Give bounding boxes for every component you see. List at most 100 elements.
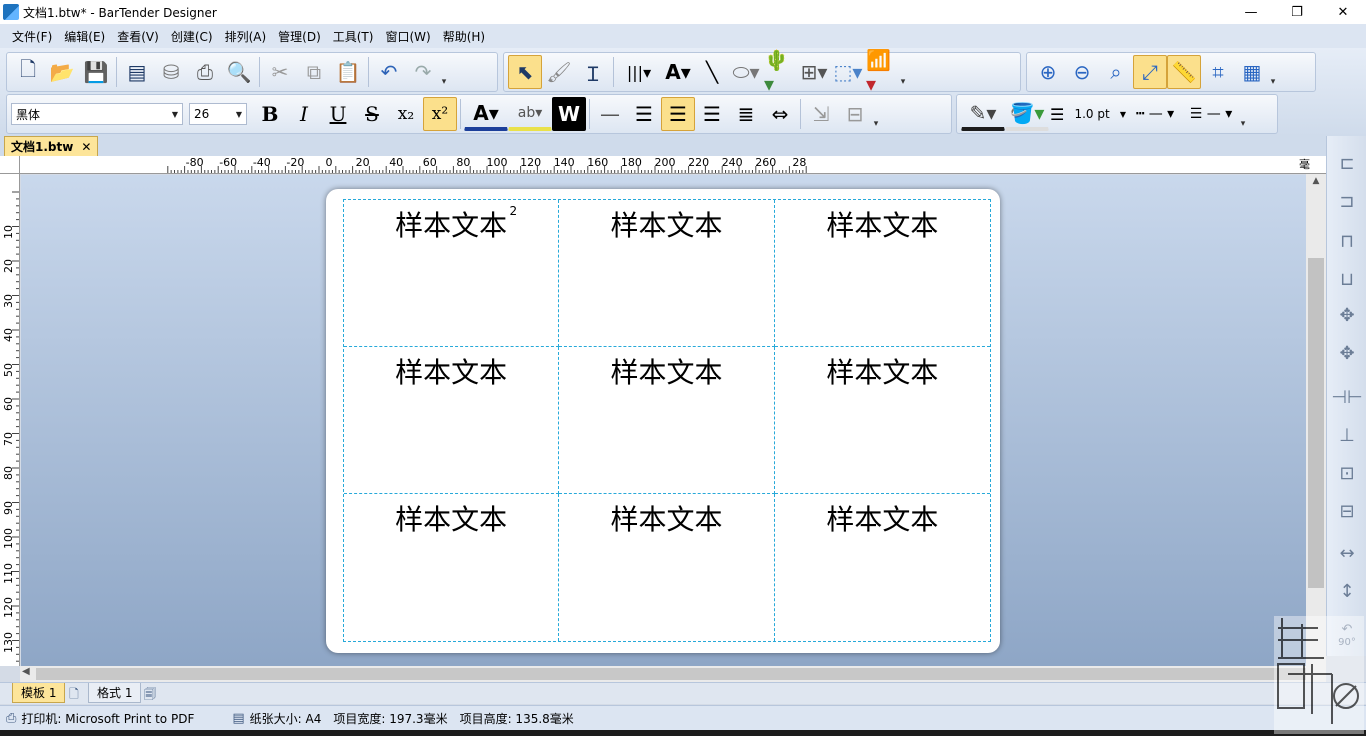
text-object[interactable]: 样本文本 (826, 204, 938, 244)
scroll-up-icon[interactable]: ▲ (1306, 176, 1326, 190)
redo-icon[interactable]: ↷ (406, 55, 440, 89)
minimize-button[interactable]: — (1228, 0, 1274, 24)
grid-toggle-icon[interactable]: ▦ (1235, 55, 1269, 89)
horizontal-scrollbar[interactable]: ◀ (20, 666, 1326, 682)
new-template-icon[interactable]: 🗋 (66, 685, 82, 701)
border-style-icon[interactable]: ☰ — ▾ (1183, 97, 1239, 131)
menu-help[interactable]: 帮助(H) (437, 28, 491, 45)
table-icon[interactable]: ⊞▾ (797, 55, 831, 89)
label-cell[interactable]: 样本文本 (774, 200, 990, 347)
new-format-icon[interactable]: 🗐 (142, 685, 158, 701)
menu-arrange[interactable]: 排列(A) (219, 28, 273, 45)
strikethrough-icon[interactable]: S (355, 97, 389, 131)
word-wrap-icon[interactable]: W (552, 97, 586, 131)
text-object[interactable]: 样本文本 2 (395, 204, 517, 244)
menu-tools[interactable]: 工具(T) (327, 28, 380, 45)
align-center-icon[interactable]: ☰ (661, 97, 695, 131)
picture-icon[interactable]: 🌵▾ (763, 48, 797, 96)
zoom-out-icon[interactable]: ⊖ (1065, 55, 1099, 89)
font-color-icon[interactable]: A▾ (464, 97, 508, 131)
undo-icon[interactable]: ↶ (372, 55, 406, 89)
zoom-in-icon[interactable]: ⊕ (1031, 55, 1065, 89)
menu-view[interactable]: 查看(V) (111, 28, 165, 45)
toolbar-overflow-icon[interactable]: ▾ (899, 57, 907, 87)
distribute-vertically-icon[interactable]: ⊟ (1331, 496, 1363, 526)
maximize-button[interactable]: ❐ (1274, 0, 1320, 24)
align-top-edges-icon[interactable]: ⊓ (1331, 226, 1363, 256)
label-cell[interactable]: 样本文本 (344, 494, 560, 641)
text-object[interactable]: 样本文本 (610, 498, 722, 538)
vertical-scroll-thumb[interactable] (1308, 258, 1324, 588)
database-icon[interactable]: ⛁ (154, 55, 188, 89)
format-tab[interactable]: 格式 1 (88, 683, 142, 703)
label-cell[interactable]: 样本文本 (774, 347, 990, 494)
grid-object-icon[interactable]: ⬚▾ (831, 55, 865, 89)
close-tab-icon[interactable]: ✕ (81, 140, 91, 154)
template-tab[interactable]: 模板 1 (12, 683, 66, 703)
rfid-icon[interactable]: 📶▾ (865, 48, 899, 96)
line-icon[interactable]: ╲ (695, 55, 729, 89)
align-right-edges-icon[interactable]: ⊐ (1331, 186, 1363, 216)
text-object[interactable]: 样本文本 (610, 351, 722, 391)
align-left-edges-icon[interactable]: ⊏ (1331, 148, 1363, 178)
text-object[interactable]: 样本文本 (826, 351, 938, 391)
text-direction-icon[interactable]: ⇲ (804, 97, 838, 131)
align-left-icon[interactable]: ☰ (627, 97, 661, 131)
text-object[interactable]: 样本文本 (395, 498, 507, 538)
label-page[interactable]: 样本文本 2 样本文本 样本文本 样本文本 样本文本 样本文本 样本文本 样本文本 样本文本 (326, 189, 1000, 653)
label-cell[interactable]: 样本文本 2 (344, 200, 560, 347)
print-icon[interactable]: ⎙ (188, 55, 222, 89)
document-tab[interactable]: 文档1.btw ✕ (4, 136, 99, 156)
vertical-scrollbar[interactable]: ▲ (1306, 174, 1326, 666)
horizontal-scroll-thumb[interactable] (36, 668, 1306, 680)
text-cursor-icon[interactable]: Ｉ (576, 55, 610, 89)
bold-icon[interactable]: B (253, 97, 287, 131)
zoom-fit-icon[interactable]: ⤢ (1133, 55, 1167, 89)
center-vertically-icon[interactable]: ⊥ (1331, 420, 1363, 450)
toolbar-overflow-icon[interactable]: ▾ (1269, 57, 1277, 87)
snap-lines-icon[interactable]: ⌗ (1201, 55, 1235, 89)
label-cell[interactable]: 样本文本 (775, 494, 990, 641)
text-object[interactable]: 样本文本 (395, 351, 507, 391)
label-cell[interactable]: 样本文本 (344, 347, 560, 494)
zoom-custom-icon[interactable]: ⌕ (1099, 55, 1133, 89)
save-icon[interactable]: 💾 (79, 55, 113, 89)
toolbar-overflow-icon[interactable]: ▾ (1239, 99, 1247, 129)
print-preview-icon[interactable]: 🔍 (222, 55, 256, 89)
line-width-select[interactable]: ☰ 1.0 pt ▼ (1049, 97, 1127, 131)
font-name-select[interactable]: 黑体 ▼ (11, 103, 183, 125)
menu-edit[interactable]: 编辑(E) (58, 28, 111, 45)
label-cell[interactable]: 样本文本 (559, 200, 775, 347)
label-cell[interactable]: 样本文本 (559, 494, 775, 641)
menu-create[interactable]: 创建(C) (165, 28, 219, 45)
format-painter-icon[interactable]: 🖌 (542, 55, 576, 89)
toolbar-overflow-icon[interactable]: ▾ (440, 57, 448, 87)
copy-icon[interactable]: ⧉ (297, 55, 331, 89)
align-vertical-centers-icon[interactable]: ✥ (1331, 338, 1363, 368)
menu-manage[interactable]: 管理(D) (272, 28, 327, 45)
space-vertically-icon[interactable]: ↕ (1331, 576, 1363, 606)
justify-icon[interactable]: ≣ (729, 97, 763, 131)
text-object[interactable]: 样本文本 (610, 204, 722, 244)
barcode-icon[interactable]: |||▾ (617, 55, 661, 89)
space-horizontally-icon[interactable]: ↔ (1331, 538, 1363, 568)
align-right-icon[interactable]: ☰ (695, 97, 729, 131)
stretch-text-icon[interactable]: ⇔ (763, 97, 797, 131)
align-horizontal-centers-icon[interactable]: ✥ (1331, 300, 1363, 330)
menu-window[interactable]: 窗口(W) (379, 28, 436, 45)
distribute-horizontally-icon[interactable]: ⊡ (1331, 458, 1363, 488)
line-color-icon[interactable]: ✎▾ (961, 97, 1005, 131)
underline-icon[interactable]: U (321, 97, 355, 131)
toolbar-overflow-icon[interactable]: ▾ (872, 99, 880, 129)
line-style-icon[interactable]: ┅ — ▾ (1127, 97, 1183, 131)
scroll-left-icon[interactable]: ◀ (22, 666, 30, 677)
superscript-icon[interactable]: x² (423, 97, 457, 131)
text-object-icon[interactable]: A▾ (661, 55, 695, 89)
new-document-icon[interactable]: 🗋 (11, 55, 45, 89)
fill-color-icon[interactable]: 🪣▾ (1005, 97, 1049, 131)
horizontal-rule-icon[interactable]: — (593, 97, 627, 131)
page-setup-icon[interactable]: ▤ (120, 55, 154, 89)
paste-icon[interactable]: 📋 (331, 55, 365, 89)
design-canvas[interactable]: 样本文本 2 样本文本 样本文本 样本文本 样本文本 样本文本 样本文本 样本文本 样本文本 (21, 175, 1306, 666)
text-object[interactable]: 样本文本 (826, 498, 938, 538)
